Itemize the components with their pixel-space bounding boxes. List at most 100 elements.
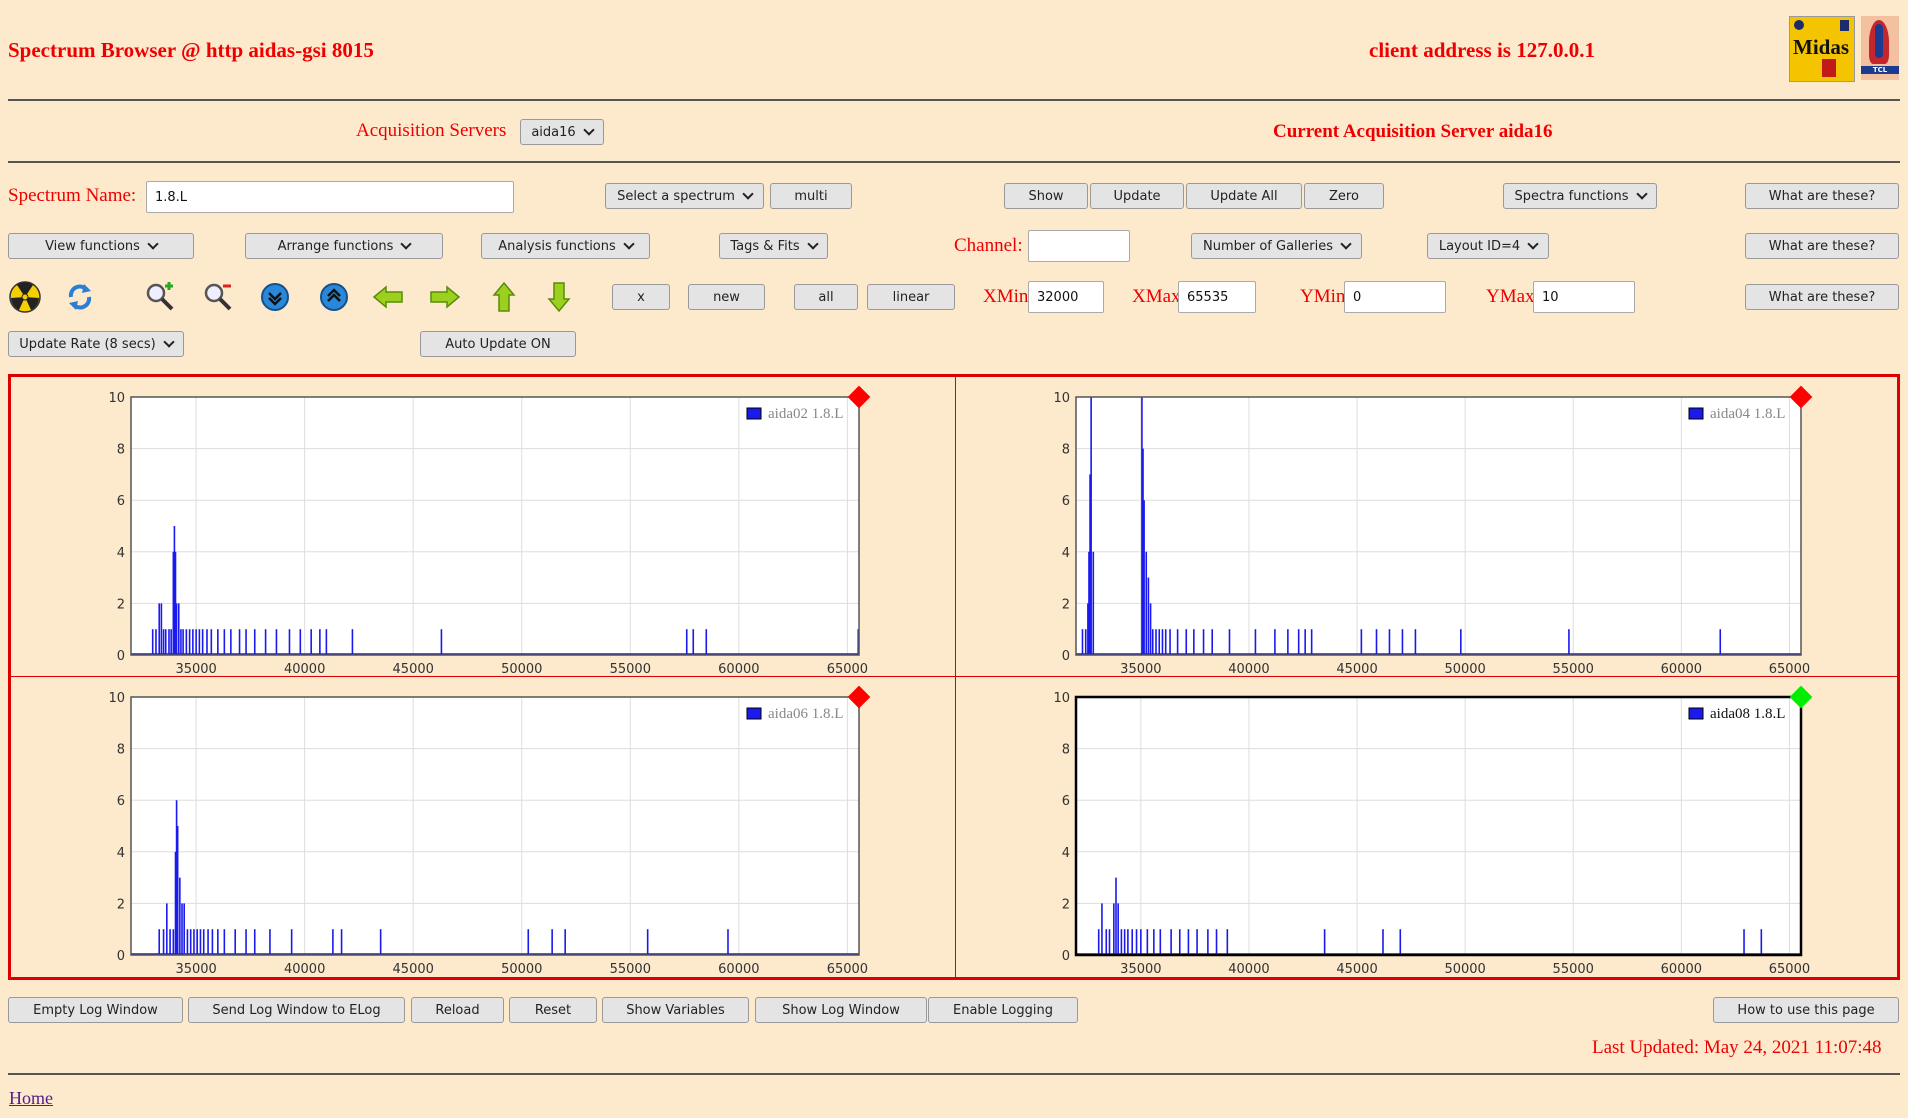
how-to-use-button[interactable]: How to use this page: [1713, 997, 1899, 1023]
x-tick-label: 60000: [1661, 662, 1702, 676]
new-button[interactable]: new: [688, 284, 765, 310]
spectrum-name-input[interactable]: [146, 181, 514, 213]
x-tick-label: 40000: [1228, 962, 1269, 977]
plot-area: [1076, 397, 1801, 655]
x-tick-label: 35000: [175, 962, 216, 977]
expand-down-icon[interactable]: [258, 280, 292, 314]
multi-button[interactable]: multi: [770, 183, 852, 209]
linear-button[interactable]: linear: [867, 284, 955, 310]
what-are-these-button[interactable]: What are these?: [1745, 183, 1899, 209]
x-tick-label: 35000: [175, 662, 216, 676]
expand-up-icon[interactable]: [317, 280, 351, 314]
view-functions-dropdown[interactable]: View functions: [8, 233, 194, 259]
show-variables-button[interactable]: Show Variables: [602, 997, 749, 1023]
y-tick-label: 2: [1062, 897, 1070, 912]
legend-label: aida06 1.8.L: [768, 706, 843, 722]
home-link[interactable]: Home: [9, 1088, 53, 1109]
x-tick-label: 65000: [827, 662, 868, 676]
x-tick-label: 65000: [1769, 962, 1810, 977]
x-tick-label: 50000: [501, 962, 542, 977]
x-tick-label: 35000: [1120, 662, 1161, 676]
x-tick-label: 60000: [718, 662, 759, 676]
layout-id-dropdown[interactable]: Layout ID=4: [1427, 233, 1549, 259]
x-tick-label: 55000: [1553, 662, 1594, 676]
what-are-these-button[interactable]: What are these?: [1745, 284, 1899, 310]
y-tick-label: 10: [1053, 391, 1070, 406]
y-tick-label: 8: [1062, 743, 1070, 758]
arrange-functions-dropdown[interactable]: Arrange functions: [245, 233, 443, 259]
legend-swatch: [1688, 707, 1704, 720]
chart-panel-4[interactable]: 35000 40000 45000 50000 55000 60000 65000 0 2 4 6 8…: [955, 676, 1898, 978]
what-are-these-button[interactable]: What are these?: [1745, 233, 1899, 259]
y-tick-label: 0: [117, 649, 125, 664]
last-updated: Last Updated: May 24, 2021 11:07:48: [1592, 1037, 1882, 1058]
enable-logging-button[interactable]: Enable Logging: [928, 997, 1078, 1023]
legend-swatch: [746, 707, 762, 720]
number-of-galleries-dropdown[interactable]: Number of Galleries: [1191, 233, 1362, 259]
y-tick-label: 10: [108, 391, 125, 406]
x-tick-label: 40000: [284, 962, 325, 977]
update-all-button[interactable]: Update All: [1186, 183, 1302, 209]
spectrum-chart-aida06[interactable]: 35000 40000 45000 50000 55000 60000 65000 0 2 4 6 8…: [11, 677, 955, 977]
ymax-label: YMax: [1486, 286, 1535, 307]
x-tick-label: 55000: [610, 662, 651, 676]
x-tick-label: 45000: [1336, 662, 1377, 676]
y-tick-label: 6: [1062, 794, 1070, 809]
y-tick-label: 0: [1062, 949, 1070, 964]
arrow-left-icon[interactable]: [371, 280, 405, 314]
show-log-window-button[interactable]: Show Log Window: [755, 997, 927, 1023]
auto-update-button[interactable]: Auto Update ON: [420, 331, 576, 357]
x-tick-label: 50000: [1444, 962, 1485, 977]
update-button[interactable]: Update: [1090, 183, 1184, 209]
arrow-down-icon[interactable]: [542, 280, 576, 314]
chart-panel-3[interactable]: 35000 40000 45000 50000 55000 60000 65000 0 2 4 6 8…: [10, 676, 956, 978]
spectra-functions-dropdown[interactable]: Spectra functions: [1503, 183, 1657, 209]
y-tick-label: 6: [117, 794, 125, 809]
all-button[interactable]: all: [794, 284, 858, 310]
radiation-icon[interactable]: [8, 280, 42, 314]
x-tick-label: 35000: [1120, 962, 1161, 977]
divider: [8, 99, 1900, 101]
y-tick-label: 8: [117, 743, 125, 758]
analysis-functions-dropdown[interactable]: Analysis functions: [481, 233, 650, 259]
xmax-input[interactable]: [1178, 281, 1256, 313]
xmin-input[interactable]: [1028, 281, 1104, 313]
zoom-in-icon[interactable]: [143, 280, 177, 314]
y-tick-label: 0: [1062, 649, 1070, 664]
show-button[interactable]: Show: [1004, 183, 1088, 209]
x-button[interactable]: x: [612, 284, 670, 310]
channel-input[interactable]: [1028, 230, 1130, 262]
spectrum-chart-aida02[interactable]: 35000 40000 45000 50000 55000 60000 65000 0 2 4 6 8…: [11, 377, 955, 676]
reset-button[interactable]: Reset: [509, 997, 597, 1023]
ymin-input[interactable]: [1344, 281, 1446, 313]
page-title: Spectrum Browser @ http aidas-gsi 8015: [8, 38, 374, 62]
ymin-label: YMin: [1300, 286, 1346, 307]
send-log-button[interactable]: Send Log Window to ELog: [188, 997, 405, 1023]
tags-fits-dropdown[interactable]: Tags & Fits: [719, 233, 828, 259]
chart-panel-2[interactable]: 35000 40000 45000 50000 55000 60000 65000 0 2 4 6 8…: [955, 376, 1898, 677]
x-tick-label: 40000: [284, 662, 325, 676]
y-tick-label: 6: [1062, 494, 1070, 509]
arrow-right-icon[interactable]: [428, 280, 462, 314]
x-tick-label: 60000: [718, 962, 759, 977]
x-tick-label: 45000: [393, 962, 434, 977]
acquisition-server-select[interactable]: aida16: [520, 119, 604, 145]
ymax-input[interactable]: [1533, 281, 1635, 313]
legend-swatch: [746, 407, 762, 420]
x-tick-label: 50000: [501, 662, 542, 676]
x-tick-label: 40000: [1228, 662, 1269, 676]
empty-log-button[interactable]: Empty Log Window: [8, 997, 183, 1023]
legend-label: aida04 1.8.L: [1710, 406, 1785, 422]
acquisition-servers-label: Acquisition Servers: [356, 120, 507, 141]
select-spectrum-dropdown[interactable]: Select a spectrum: [605, 183, 764, 209]
reload-button[interactable]: Reload: [411, 997, 504, 1023]
zoom-out-icon[interactable]: [201, 280, 235, 314]
chart-panel-1[interactable]: 35000 40000 45000 50000 55000 60000 65000 0 2 4 6 8…: [10, 376, 956, 677]
update-rate-dropdown[interactable]: Update Rate (8 secs): [8, 331, 184, 357]
spectrum-name-label: Spectrum Name:: [8, 185, 137, 206]
spectrum-chart-aida04[interactable]: 35000 40000 45000 50000 55000 60000 65000 0 2 4 6 8…: [956, 377, 1897, 676]
refresh-icon[interactable]: [63, 280, 97, 314]
arrow-up-icon[interactable]: [487, 280, 521, 314]
zero-button[interactable]: Zero: [1304, 183, 1384, 209]
spectrum-chart-aida08[interactable]: 35000 40000 45000 50000 55000 60000 65000 0 2 4 6 8…: [956, 677, 1897, 977]
